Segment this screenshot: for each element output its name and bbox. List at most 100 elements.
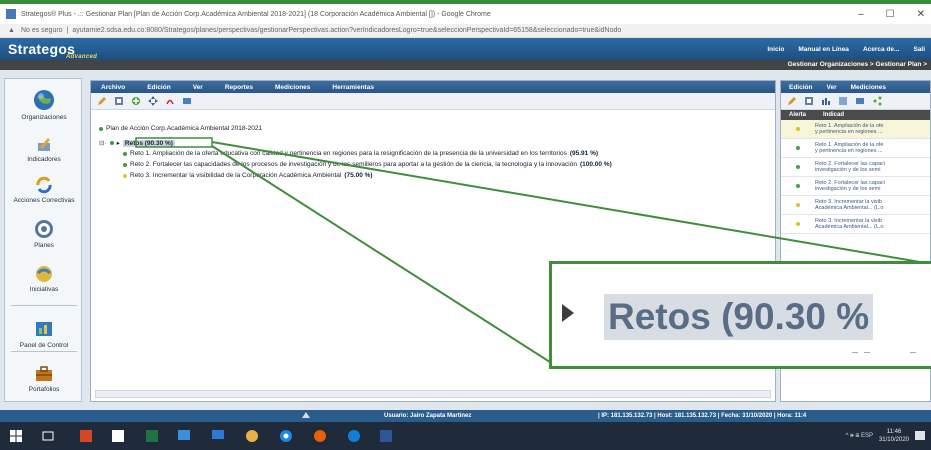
store-icon[interactable] xyxy=(112,430,124,442)
right-toolbar xyxy=(781,93,930,110)
maximize-icon[interactable]: ☐ xyxy=(886,9,895,20)
alert-cell xyxy=(781,165,815,169)
top-navigation: Inicio Manual en Línea Acerca de... Sali xyxy=(767,46,925,53)
indicator-row[interactable]: Reto 3. Incrementar la visib Académica Am… xyxy=(781,215,930,234)
control-panel-icon xyxy=(36,322,52,336)
tree-node-reto-3[interactable]: Reto 3. Incrementar la visibilidad de la… xyxy=(123,172,373,179)
globe-icon xyxy=(34,90,54,110)
clock[interactable]: 11:46 31/10/2020 xyxy=(879,428,909,444)
browser-title-bar: Strategos® Plus - .:: Gestionar Plan [Pl… xyxy=(0,0,931,24)
edit-pencil-icon[interactable] xyxy=(787,96,797,106)
status-user: Usuario: Jairo Zapata Martínez xyxy=(384,413,472,419)
menu-edicion[interactable]: Edición xyxy=(147,84,170,91)
paint-icon[interactable] xyxy=(246,430,258,442)
address-bar[interactable]: ▲ No es seguro | ayutamie2.sdsa.edu.co:8… xyxy=(0,24,931,38)
refresh-icon xyxy=(36,176,52,194)
alert-dot-icon xyxy=(796,146,800,150)
tree-node-reto-1[interactable]: Reto 1. Ampliación de la oferta educativ… xyxy=(123,150,598,157)
alert-dot-icon xyxy=(796,127,800,131)
tree-node-retos[interactable]: ⊟· ▸ Retos (90.30 %) xyxy=(99,139,175,147)
app-header: Strategos Advanced Inicio Manual en Líne… xyxy=(0,38,931,60)
nav-inicio[interactable]: Inicio xyxy=(767,46,784,53)
edge-icon[interactable] xyxy=(348,430,360,442)
menu-reportes[interactable]: Reportes xyxy=(225,84,253,91)
indicator-row[interactable]: Reto 1. Ampliación de la ofe y pertinenci… xyxy=(781,139,930,158)
sidebar-item-portafolios[interactable]: Portafolios xyxy=(5,365,83,393)
tree-node-dot xyxy=(99,126,103,131)
alert-cell xyxy=(781,127,815,131)
sidebar-item-acciones-correctivas[interactable]: Acciones Correctivas xyxy=(5,176,83,204)
nav-manual[interactable]: Manual en Línea xyxy=(798,46,849,53)
indicator-row[interactable]: Reto 1. Ampliación de la ofe y pertinenci… xyxy=(781,120,930,139)
zoomed-selected-label: Retos (90.30 % xyxy=(604,294,874,340)
menu-archivo[interactable]: Archivo xyxy=(101,84,125,91)
right-menubar: Edición Ver Mediciones xyxy=(781,81,930,93)
menu-ver[interactable]: Ver xyxy=(193,84,203,91)
menu-mediciones[interactable]: Mediciones xyxy=(275,84,310,91)
bar-chart-icon[interactable] xyxy=(821,96,831,106)
indicator-row[interactable]: Reto 2. Fortalecer las capaci investigaci… xyxy=(781,177,930,196)
address-divider: | xyxy=(66,27,69,34)
windows-start-icon[interactable] xyxy=(10,430,22,442)
collapse-icon[interactable]: ⊟· xyxy=(99,139,107,147)
sidebar-item-panel-de-control[interactable]: Panel de Control xyxy=(5,319,83,349)
tree-node-dot xyxy=(123,162,127,167)
menu-herramientas[interactable]: Herramientas xyxy=(332,84,374,91)
column-indicador[interactable]: Indicad xyxy=(815,110,844,120)
breadcrumb[interactable]: Gestionar Organizaciones > Gestionar Pla… xyxy=(0,60,931,70)
tree-node-dot xyxy=(123,173,127,178)
indicator-row[interactable]: Reto 3. Incrementar la visib Académica Am… xyxy=(781,196,930,215)
menu-mediciones-right[interactable]: Mediciones xyxy=(851,84,886,91)
edit-pencil-icon[interactable] xyxy=(97,96,107,106)
alert-cell xyxy=(781,203,815,207)
briefcase-icon xyxy=(36,366,52,381)
strategos-logo: Strategos Advanced xyxy=(8,41,98,60)
task-view-icon[interactable] xyxy=(42,430,54,442)
close-icon[interactable]: ✕ xyxy=(917,9,925,20)
sidebar-item-iniciativas[interactable]: Iniciativas xyxy=(5,263,83,293)
alert-dot-icon xyxy=(796,222,800,226)
chart-icon[interactable] xyxy=(182,96,192,106)
properties-icon[interactable] xyxy=(804,96,814,106)
system-tray[interactable]: ^ 🕪 ⊞ ESP xyxy=(846,433,873,440)
move-icon[interactable] xyxy=(148,96,158,106)
properties-icon[interactable] xyxy=(114,96,124,106)
chrome-icon[interactable] xyxy=(280,430,292,442)
nav-acerca[interactable]: Acerca de... xyxy=(863,46,900,53)
window-title: Strategos® Plus - .:: Gestionar Plan [Pl… xyxy=(21,10,491,18)
center-menubar: Archivo Edición Ver Reportes Mediciones … xyxy=(91,81,775,93)
mail-icon[interactable] xyxy=(212,430,224,442)
excel-icon[interactable] xyxy=(146,430,158,442)
pdf-icon[interactable] xyxy=(165,96,175,106)
share-icon[interactable] xyxy=(872,96,882,106)
menu-edicion-right[interactable]: Edición xyxy=(789,84,812,91)
indicators-table-header: Alerta Indicad xyxy=(781,110,930,120)
horizontal-scrollbar[interactable] xyxy=(95,390,771,398)
notification-icon[interactable] xyxy=(915,431,925,440)
monitor-icon[interactable] xyxy=(178,430,190,442)
sidebar-item-indicadores[interactable]: Indicadores xyxy=(5,135,83,163)
selected-node-label[interactable]: Retos (90.30 %) xyxy=(122,139,175,147)
powerpoint-icon[interactable] xyxy=(80,430,92,442)
nav-salir[interactable]: Sali xyxy=(913,46,925,53)
tree-node-reto-2[interactable]: Reto 2. Fortalecer las capacidades de lo… xyxy=(123,161,612,168)
add-icon[interactable] xyxy=(131,96,141,106)
center-toolbar xyxy=(91,93,775,110)
import-icon[interactable] xyxy=(838,96,848,106)
sidebar-item-planes[interactable]: Planes xyxy=(5,219,83,249)
chart-icon[interactable] xyxy=(855,96,865,106)
sidebar-item-organizaciones[interactable]: Organizaciones xyxy=(5,89,83,121)
indicator-row[interactable]: Reto 2. Fortalecer las capaci investigaci… xyxy=(781,158,930,177)
tree-root[interactable]: Plan de Acción Corp.Académica Ambiental … xyxy=(99,125,262,132)
minimize-icon[interactable]: – xyxy=(858,9,864,20)
word-icon[interactable] xyxy=(380,430,392,442)
indicator-name: Reto 1. Ampliación de la ofe y pertinenci… xyxy=(815,142,884,154)
menu-ver-right[interactable]: Ver xyxy=(826,84,836,91)
collapse-up-icon[interactable] xyxy=(302,412,310,418)
firefox-icon[interactable] xyxy=(314,430,326,442)
indicator-name: Reto 3. Incrementar la visib Académica Am… xyxy=(815,199,884,211)
url-text[interactable]: ayutamie2.sdsa.edu.co:8080/Strategos/pla… xyxy=(72,27,621,34)
column-alerta[interactable]: Alerta xyxy=(781,110,815,120)
indicator-name: Reto 3. Incrementar la visib Académica Am… xyxy=(815,218,884,230)
alert-cell xyxy=(781,146,815,150)
